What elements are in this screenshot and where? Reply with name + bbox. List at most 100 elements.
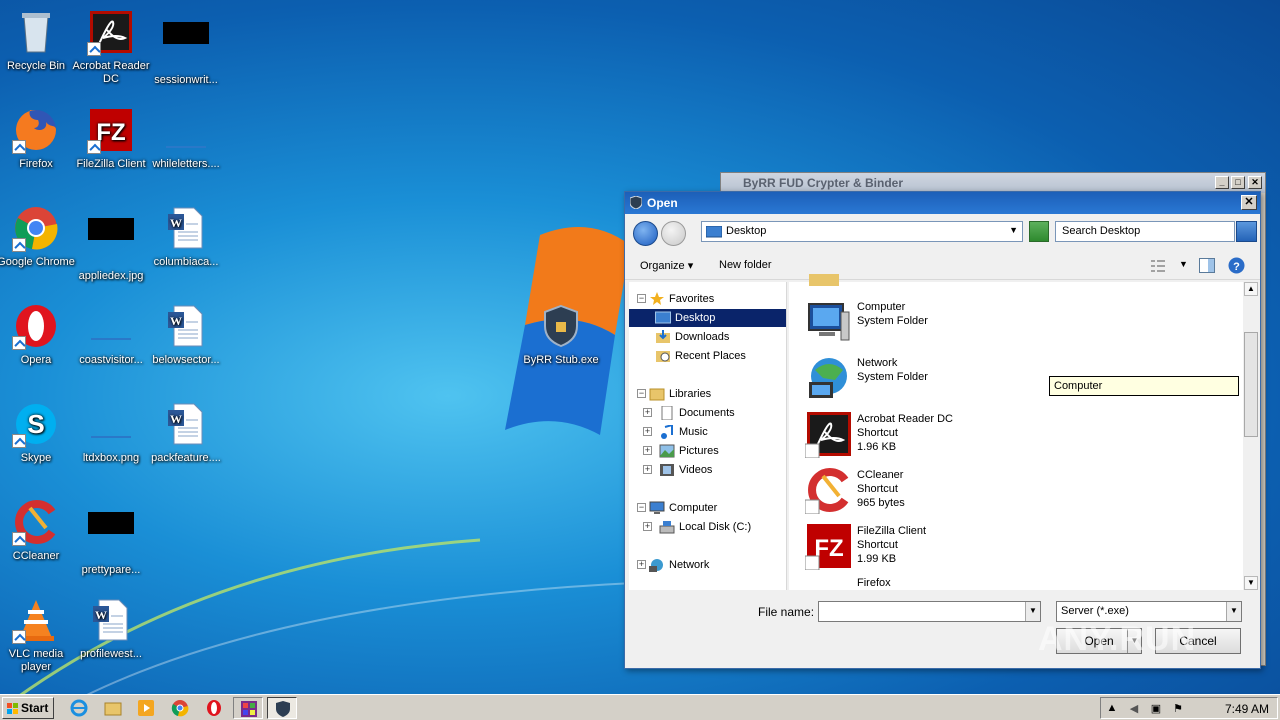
nav-downloads[interactable]: Downloads	[655, 328, 729, 346]
nav-favorites[interactable]: − Favorites	[633, 290, 714, 308]
desktop-icon-recycle-bin[interactable]: Recycle Bin	[0, 8, 75, 73]
desktop-icon-skype[interactable]: S Skype	[0, 400, 75, 465]
view-options-icon[interactable]	[1150, 259, 1166, 273]
nav-documents[interactable]: + Documents	[643, 404, 735, 422]
nav-music[interactable]: + Music	[643, 423, 708, 441]
file-item-computer[interactable]: Computer System Folder	[805, 296, 1105, 346]
clock[interactable]: 7:49 AM	[1225, 702, 1269, 716]
taskbar-app-byrr[interactable]	[267, 697, 297, 719]
svg-text:W: W	[170, 314, 182, 328]
desktop-icon-label: profilewest...	[80, 648, 142, 660]
close-button[interactable]: ✕	[1248, 176, 1262, 189]
refresh-button[interactable]	[1029, 221, 1049, 242]
search-icon[interactable]	[1236, 221, 1257, 242]
opera-icon[interactable]	[205, 699, 223, 717]
chrome-icon[interactable]	[171, 699, 189, 717]
filezilla-icon: FZ	[805, 524, 851, 570]
desktop-icon-ccleaner[interactable]: CCleaner	[0, 498, 75, 563]
flag-icon[interactable]: ⚑	[1171, 702, 1185, 716]
minimize-button[interactable]: _	[1215, 176, 1229, 189]
file-item-firefox[interactable]: Firefox	[805, 576, 1105, 590]
desktop-folder-icon	[706, 226, 722, 238]
chevron-down-icon[interactable]: ▼	[1009, 225, 1018, 235]
desktop-icon-label: Recycle Bin	[6, 60, 66, 72]
nav-network[interactable]: + Network	[633, 556, 709, 574]
network-tray-icon[interactable]: ▣	[1149, 702, 1163, 716]
internet-explorer-icon[interactable]	[70, 699, 88, 717]
help-icon[interactable]: ?	[1228, 257, 1245, 274]
new-folder-button[interactable]: New folder	[719, 259, 772, 271]
nav-computer[interactable]: − Computer	[633, 499, 717, 517]
desktop-icon-label: whileletters....	[152, 158, 220, 170]
file-type: System Folder	[857, 315, 928, 327]
desktop-icon-whileletters[interactable]: whileletters....	[147, 106, 225, 171]
desktop-icon-columbiaca[interactable]: W columbiaca...	[147, 204, 225, 269]
search-input[interactable]: Search Desktop	[1055, 221, 1235, 242]
forward-button[interactable]	[661, 221, 686, 246]
blank-file-icon	[91, 436, 131, 438]
desktop-icon-acrobat[interactable]: Acrobat Reader DC	[72, 8, 150, 86]
dialog-close-button[interactable]: ✕	[1241, 195, 1257, 210]
blank-file-icon	[91, 338, 131, 340]
filename-input[interactable]	[818, 601, 1041, 622]
redacted-thumbnail	[88, 512, 134, 534]
back-button[interactable]	[633, 221, 658, 246]
file-item-filezilla[interactable]: FZ FileZilla Client Shortcut 1.99 KB	[805, 520, 1105, 570]
desktop-icon-firefox[interactable]: Firefox	[0, 106, 75, 171]
file-item-ccleaner[interactable]: CCleaner Shortcut 965 bytes	[805, 464, 1105, 514]
nav-pictures[interactable]: + Pictures	[643, 442, 719, 460]
desktop-icon-byrr-stub[interactable]: ByRR Stub.exe	[522, 302, 600, 367]
file-name: Firefox	[857, 577, 891, 589]
desktop-icon-appliedex[interactable]: appliedex.jpg	[72, 204, 150, 283]
volume-icon[interactable]: ◀	[1127, 702, 1141, 716]
desktop-icon-coastvisitor[interactable]: coastvisitor...	[72, 302, 150, 367]
desktop-icon-chrome[interactable]: Google Chrome	[0, 204, 75, 269]
file-type: Shortcut	[857, 427, 898, 439]
desktop-icon-label: VLC media player	[8, 648, 64, 673]
file-type-filter[interactable]: Server (*.exe) ▼	[1056, 601, 1242, 622]
file-size: 965 bytes	[857, 497, 905, 509]
nav-libraries[interactable]: − Libraries	[633, 385, 711, 403]
file-type: System Folder	[857, 371, 928, 383]
desktop-icon-packfeature[interactable]: W packfeature....	[147, 400, 225, 465]
desktop-icon-belowsector[interactable]: W belowsector...	[147, 302, 225, 367]
scroll-down-arrow[interactable]: ▼	[1244, 576, 1258, 590]
taskbar-app-winrar[interactable]	[233, 697, 263, 719]
file-item-acrobat[interactable]: Acrobat Reader DC Shortcut 1.96 KB	[805, 408, 1105, 458]
nav-local-disk[interactable]: + Local Disk (C:)	[643, 518, 751, 536]
desktop-icon-opera[interactable]: Opera	[0, 302, 75, 367]
desktop-icon-prettypare[interactable]: prettypare...	[72, 498, 150, 577]
dialog-titlebar[interactable]: Open ✕	[625, 192, 1260, 214]
desktop-icon-label: Opera	[20, 354, 52, 366]
maximize-button[interactable]: □	[1231, 176, 1245, 189]
partial-folder-icon	[809, 274, 849, 286]
file-name: CCleaner	[857, 469, 904, 481]
preview-pane-icon[interactable]	[1199, 258, 1215, 273]
nav-videos[interactable]: + Videos	[643, 461, 712, 479]
vertical-scrollbar[interactable]: ▲ ▼	[1243, 282, 1259, 590]
byrr-window-titlebar[interactable]: ByRR FUD Crypter & Binder _ □ ✕	[721, 173, 1265, 193]
filename-dropdown[interactable]: ▼	[1025, 601, 1041, 622]
scroll-up-arrow[interactable]: ▲	[1244, 282, 1258, 296]
blank-file-icon	[166, 146, 206, 148]
file-name: Acrobat Reader DC	[857, 413, 953, 425]
nav-recent-places[interactable]: Recent Places	[655, 347, 746, 365]
computer-icon	[649, 501, 665, 515]
file-name: Computer	[857, 301, 906, 313]
desktop-icon-vlc[interactable]: VLC media player	[0, 596, 75, 674]
desktop-icon-sessionwrit[interactable]: sessionwrit...	[147, 8, 225, 87]
system-tray: ▲ ◀ ▣ ⚑ 7:49 AM	[1100, 697, 1278, 719]
organize-button[interactable]: Organize ▾	[640, 259, 693, 272]
scroll-thumb[interactable]	[1244, 332, 1258, 437]
address-bar[interactable]: Desktop ▼	[701, 221, 1023, 242]
media-player-icon[interactable]	[137, 699, 155, 717]
start-button[interactable]: Start	[2, 697, 54, 719]
show-hidden-icons-icon[interactable]: ▲	[1105, 702, 1119, 716]
desktop-icon-filezilla[interactable]: FZ FileZilla Client	[72, 106, 150, 171]
chevron-down-icon[interactable]: ▼	[1179, 259, 1188, 269]
desktop-icon-label: CCleaner	[12, 550, 60, 562]
desktop-icon-profilewest[interactable]: W profilewest...	[72, 596, 150, 661]
explorer-folder-icon[interactable]	[104, 699, 122, 717]
desktop-icon-ltdxbox[interactable]: ltdxbox.png	[72, 400, 150, 465]
nav-desktop[interactable]: Desktop	[629, 309, 786, 327]
